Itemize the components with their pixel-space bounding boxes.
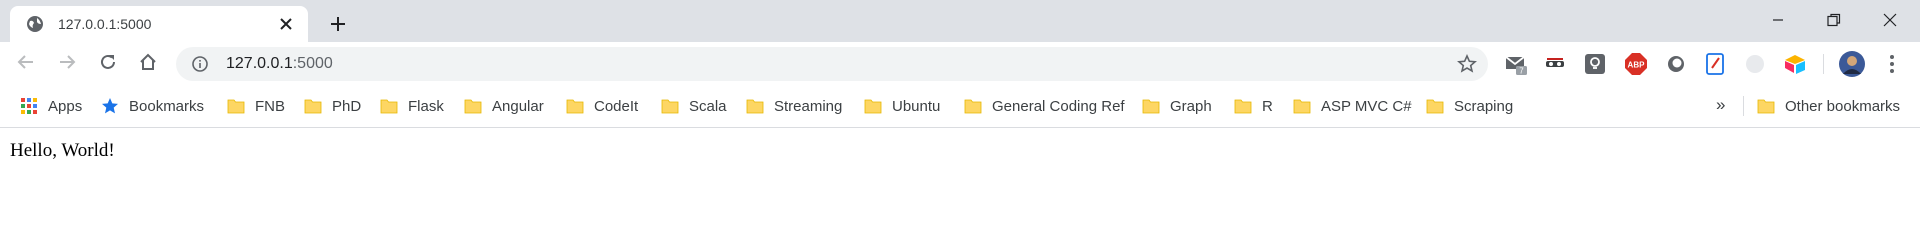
bookmarks-bar: Apps Bookmarks FNB PhD Flask Angular Cod… xyxy=(0,86,1920,128)
address-bar[interactable]: 127.0.0.1:5000 xyxy=(176,47,1488,81)
folder-icon xyxy=(1293,97,1311,115)
bookmark-label: Apps xyxy=(48,97,83,115)
adblock-badge: ABP xyxy=(1628,61,1646,70)
toolbar: 127.0.0.1:5000 7 ABP xyxy=(0,42,1920,86)
bookmark-label: CodeIt xyxy=(594,97,639,115)
home-button[interactable] xyxy=(134,50,162,78)
folder-icon xyxy=(566,97,584,115)
bookmark-folder-ubuntu[interactable]: Ubuntu xyxy=(864,94,940,118)
bookmark-folder-graph[interactable]: Graph xyxy=(1142,94,1212,118)
arrow-left-icon xyxy=(17,53,35,76)
info-icon[interactable] xyxy=(190,54,210,74)
avatar[interactable] xyxy=(1838,50,1866,78)
bookmark-label: Bookmarks xyxy=(129,97,205,115)
back-button[interactable] xyxy=(12,50,40,78)
bookmark-folder-phd[interactable]: PhD xyxy=(304,94,361,118)
folder-icon xyxy=(864,97,882,115)
bookmark-folder-streaming[interactable]: Streaming xyxy=(746,94,842,118)
reload-icon xyxy=(99,53,117,76)
bookmark-label: FNB xyxy=(255,97,285,115)
bookmark-label: Scraping xyxy=(1454,97,1514,115)
folder-icon xyxy=(227,97,245,115)
toolbar-separator xyxy=(1823,54,1824,74)
folder-icon xyxy=(304,97,322,115)
url-text[interactable]: 127.0.0.1:5000 xyxy=(226,55,333,73)
bookmark-label: Streaming xyxy=(774,97,843,115)
bookmark-folder-codeit[interactable]: CodeIt xyxy=(566,94,638,118)
reload-button[interactable] xyxy=(94,50,122,78)
star-icon xyxy=(101,97,119,115)
bookmark-star-icon[interactable] xyxy=(1456,53,1478,75)
bookmark-label: Other bookmarks xyxy=(1785,97,1901,115)
tab-title: 127.0.0.1:5000 xyxy=(58,16,152,32)
bookmark-apps[interactable]: Apps xyxy=(20,94,82,118)
forward-button[interactable] xyxy=(53,50,81,78)
close-icon[interactable] xyxy=(274,12,298,36)
bookmark-label: Scala xyxy=(689,97,727,115)
bookmark-other-bookmarks[interactable]: Other bookmarks xyxy=(1757,94,1900,118)
bookmark-folder-r[interactable]: R xyxy=(1234,94,1273,118)
folder-icon xyxy=(661,97,679,115)
url-host: 127.0.0.1 xyxy=(226,55,293,72)
bookmarks-overflow-button[interactable]: » xyxy=(1716,95,1725,115)
incognito-icon[interactable] xyxy=(1543,52,1567,76)
globe-icon xyxy=(26,15,44,33)
minimize-button[interactable] xyxy=(1750,0,1806,40)
folder-icon xyxy=(1142,97,1160,115)
folder-icon xyxy=(464,97,482,115)
circle-ext-icon[interactable] xyxy=(1664,52,1688,76)
folder-icon xyxy=(964,97,982,115)
tab-active[interactable]: 127.0.0.1:5000 xyxy=(10,6,308,42)
url-port: :5000 xyxy=(292,55,333,72)
gmail-badge: 7 xyxy=(1519,67,1524,76)
arrow-right-icon xyxy=(58,53,76,76)
folder-icon xyxy=(1757,97,1775,115)
bookmark-folder-angular[interactable]: Angular xyxy=(464,94,544,118)
new-tab-button[interactable] xyxy=(324,10,352,38)
bookmark-label: Ubuntu xyxy=(892,97,941,115)
bookmark-folder-general-coding-ref[interactable]: General Coding Ref xyxy=(964,94,1125,118)
home-icon xyxy=(139,53,157,76)
bookmark-bookmarks[interactable]: Bookmarks xyxy=(101,94,204,118)
bookmark-folder-scala[interactable]: Scala xyxy=(661,94,727,118)
notes-ext-icon[interactable] xyxy=(1703,52,1727,76)
page-text: Hello, World! xyxy=(10,140,115,161)
bookmark-label: Angular xyxy=(492,97,544,115)
bookmark-label: ASP MVC C# xyxy=(1321,97,1412,115)
apps-grid-icon xyxy=(20,97,38,115)
folder-icon xyxy=(746,97,764,115)
bookmarks-separator xyxy=(1743,96,1744,116)
adblock-icon[interactable]: ABP xyxy=(1624,52,1648,76)
airtable-icon[interactable] xyxy=(1783,52,1807,76)
close-window-button[interactable] xyxy=(1862,0,1918,40)
folder-icon xyxy=(1234,97,1252,115)
bookmark-folder-scraping[interactable]: Scraping xyxy=(1426,94,1513,118)
bookmark-label: PhD xyxy=(332,97,362,115)
folder-icon xyxy=(380,97,398,115)
keep-icon[interactable] xyxy=(1583,52,1607,76)
restore-button[interactable] xyxy=(1806,0,1862,40)
tab-strip: 127.0.0.1:5000 xyxy=(0,0,1920,42)
bookmark-label: Graph xyxy=(1170,97,1212,115)
page-content: Hello, World! xyxy=(0,128,1920,174)
gmail-checker-icon[interactable]: 7 xyxy=(1504,52,1528,76)
bookmark-label: R xyxy=(1262,97,1273,115)
bookmark-label: General Coding Ref xyxy=(992,97,1125,115)
bookmark-label: Flask xyxy=(408,97,444,115)
dark-mode-icon[interactable] xyxy=(1743,52,1767,76)
folder-icon xyxy=(1426,97,1444,115)
bookmark-folder-asp-mvc[interactable]: ASP MVC C# xyxy=(1293,94,1412,118)
bookmark-folder-flask[interactable]: Flask xyxy=(380,94,444,118)
menu-kebab-icon[interactable] xyxy=(1880,52,1904,76)
bookmark-folder-fnb[interactable]: FNB xyxy=(227,94,285,118)
